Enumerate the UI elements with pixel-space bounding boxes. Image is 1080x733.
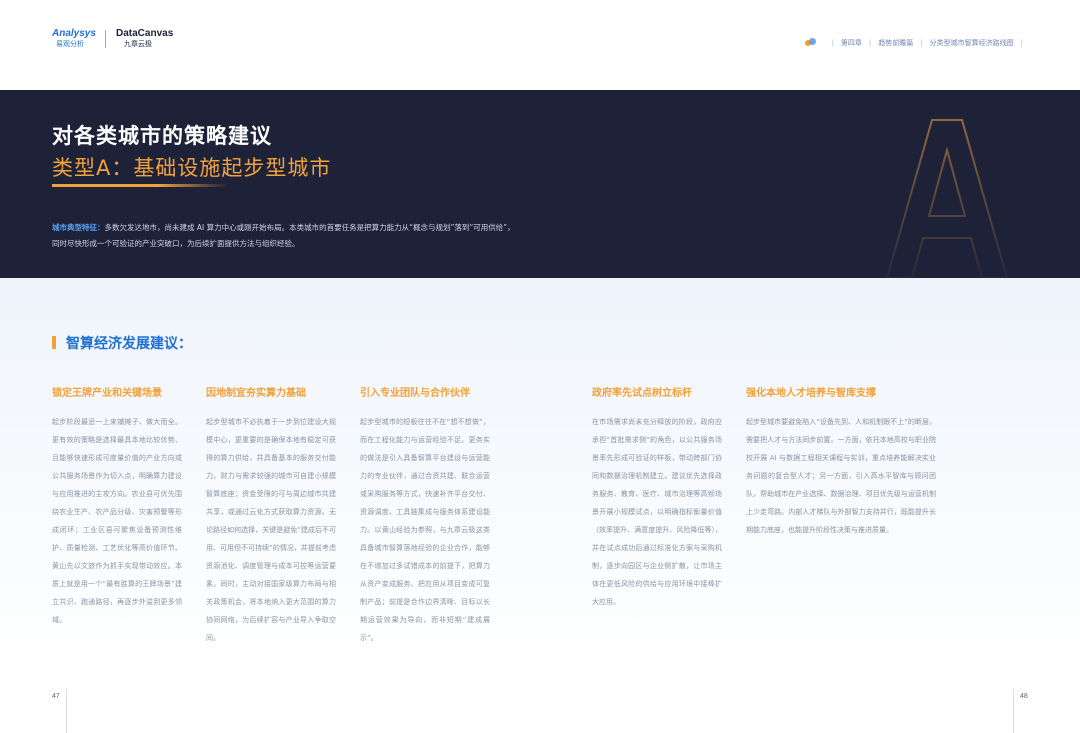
breadcrumb-separator: | [920, 39, 923, 47]
analysys-logo-cn: 易观分析 [56, 40, 84, 48]
page-number-right: 48 [1020, 693, 1028, 700]
title-underline [52, 184, 228, 187]
advice-column: 锁定王牌产业和关键场景 起步阶段最忌一上来铺摊子、做大而全。更有效的策略是选择最… [52, 384, 182, 629]
column-body: 起步型城市不必执着于一步到位建设大规模中心，更重要的是确保本地有稳定可获得的算力… [206, 418, 336, 642]
column-body: 起步型城市要避免陷入“设备先到、人和机制跟不上”的断层，需要把人才与方法同步前置… [746, 418, 936, 534]
column-heading: 强化本地人才培养与智库支撑 [746, 388, 876, 399]
column-body: 起步型城市的短板往往不在“想不想做”，而在工程化能力与运营经验不足。更务实的做法… [360, 418, 490, 642]
breadcrumb-separator: | [868, 39, 872, 47]
content-area: 智算经济发展建议： 锁定王牌产业和关键场景 起步阶段最忌一上来铺摊子、做大而全。… [0, 278, 1080, 683]
page-header: Analysys 易观分析 DataCanvas 九章云极 | 第四章 | 趋势… [0, 0, 1080, 90]
intro-paragraph: 城市典型特征：多数欠发达地市，尚未建成 AI 算力中心或刚开始布局。本类城市的首… [52, 220, 522, 252]
column-heading: 政府率先试点树立标杆 [592, 388, 692, 399]
analysys-logo: Analysys 易观分析 [52, 28, 96, 49]
column-heading: 因地制宜夯实算力基础 [206, 388, 306, 399]
footer-rule-right [1013, 689, 1014, 733]
datacanvas-logo-text: DataCanvas [116, 28, 174, 39]
advice-column: 政府率先试点树立标杆 在市场需求尚未充分释放的阶段，政府应承担“首批需求侧”的角… [592, 384, 722, 611]
breadcrumb-separator: | [831, 39, 834, 47]
datacanvas-logo: DataCanvas 九章云极 [116, 28, 173, 49]
breadcrumb-separator: | [1020, 39, 1023, 47]
breadcrumb: | 第四章 | 趋势前瞻篇 | 分类型城市智算经济路线图 | [804, 38, 1030, 48]
hero-banner: A 对各类城市的策略建议 类型A：基础设施起步型城市 城市典型特征：多数欠发达地… [0, 90, 1080, 278]
breadcrumb-part: 趋势前瞻篇 [878, 39, 914, 47]
breadcrumb-topic: 分类型城市智算经济路线图 [929, 39, 1014, 47]
advice-column: 因地制宜夯实算力基础 起步型城市不必执着于一步到位建设大规模中心，更重要的是确保… [206, 384, 336, 647]
page-subtitle: 类型A：基础设施起步型城市 [52, 156, 332, 180]
section-marker [52, 336, 56, 349]
page-title: 对各类城市的策略建议 [52, 124, 272, 148]
column-heading: 锁定王牌产业和关键场景 [52, 388, 162, 399]
advice-column: 强化本地人才培养与智库支撑 起步型城市要避免陷入“设备先到、人和机制跟不上”的断… [746, 384, 936, 539]
logo-divider [105, 30, 106, 48]
big-letter-a-graphic: A [885, 119, 1009, 278]
footer-rule-left [66, 689, 67, 733]
intro-text: 多数欠发达地市，尚未建成 AI 算力中心或刚开始布局。本类城市的首要任务是把算力… [52, 223, 515, 248]
intro-lead: 城市典型特征： [52, 223, 105, 232]
section-title: 智算经济发展建议： [66, 336, 192, 352]
chapter-dots-icon [804, 38, 817, 48]
column-body: 起步阶段最忌一上来铺摊子、做大而全。更有效的策略是选择最具本地比较优势、且能够快… [52, 418, 182, 624]
column-heading: 引入专业团队与合作伙伴 [360, 388, 470, 399]
breadcrumb-chapter: 第四章 [840, 39, 862, 47]
page-footer: 47 48 [0, 683, 1080, 733]
advice-column: 引入专业团队与合作伙伴 起步型城市的短板往往不在“想不想做”，而在工程化能力与运… [360, 384, 490, 647]
datacanvas-logo-cn: 九章云极 [124, 40, 152, 48]
analysys-logo-text: Analysys [52, 28, 96, 39]
column-body: 在市场需求尚未充分释放的阶段，政府应承担“首批需求侧”的角色，以公共服务场景率先… [592, 418, 722, 606]
page-number-left: 47 [52, 693, 60, 700]
